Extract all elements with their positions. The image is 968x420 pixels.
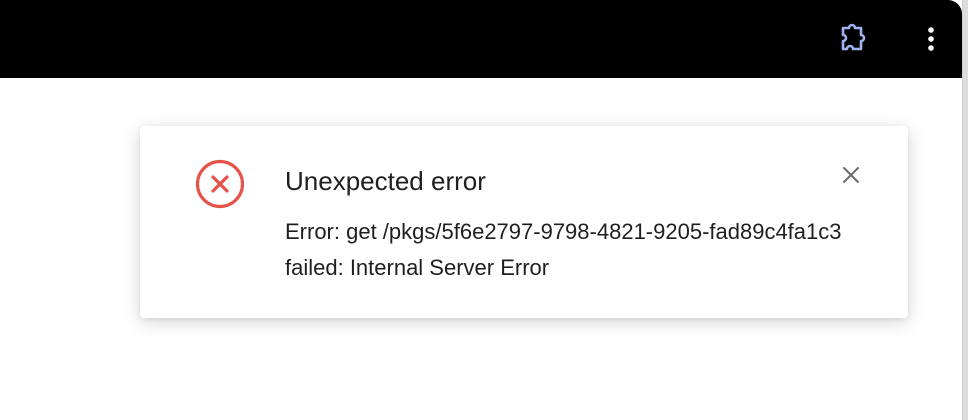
browser-window: Unexpected error Error: get /pkgs/5f6e27…	[0, 0, 963, 420]
notification-title: Unexpected error	[285, 166, 486, 196]
close-icon	[843, 167, 859, 183]
error-circle-x-icon	[195, 159, 245, 209]
error-notification: Unexpected error Error: get /pkgs/5f6e27…	[140, 126, 908, 318]
puzzle-piece-icon	[841, 23, 866, 51]
vertical-dots-icon	[928, 27, 934, 51]
browser-toolbar	[0, 0, 962, 78]
notification-close-button[interactable]	[838, 162, 864, 188]
browser-menu-button[interactable]	[916, 20, 946, 58]
extensions-button[interactable]	[834, 20, 872, 58]
notification-message: Error: get /pkgs/5f6e2797-9798-4821-9205…	[285, 219, 842, 280]
